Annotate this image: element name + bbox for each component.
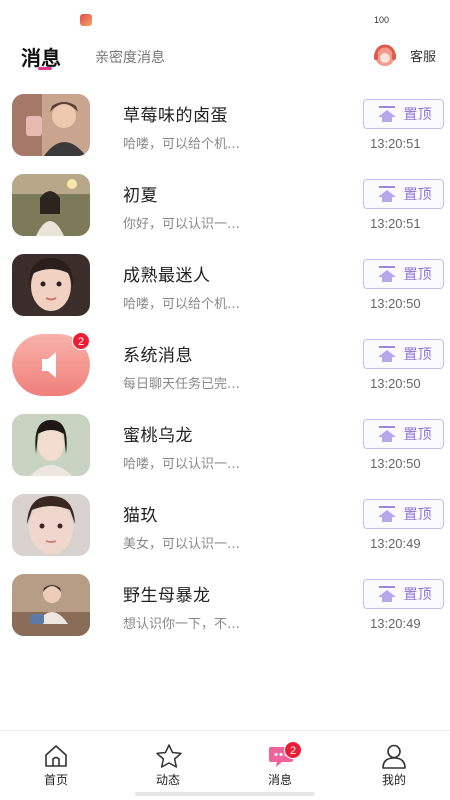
tab-feed-label: 动态: [155, 773, 180, 787]
conversation-row[interactable]: 猫玖 美女，可以认识一… 置顶 13:20:49: [0, 492, 450, 572]
tab-home[interactable]: 首页: [16, 731, 96, 800]
message-time: 13:20:50: [370, 456, 421, 471]
contact-name: 成熟最迷人: [123, 266, 211, 286]
status-bar: 100: [0, 0, 450, 34]
star-icon: [156, 744, 182, 768]
customer-service-button[interactable]: 客服: [372, 40, 436, 70]
active-tab-indicator: [38, 67, 52, 70]
avatar: [12, 574, 90, 636]
message-preview: 想认识你一下，不…: [123, 617, 241, 632]
pin-label: 置顶: [403, 107, 432, 123]
message-preview: 哈喽，可以认识一…: [123, 457, 241, 472]
avatar: [12, 254, 90, 316]
conversation-row[interactable]: 初夏 你好，可以认识一… 置顶 13:20:51: [0, 172, 450, 252]
app-notification-icon: [80, 14, 92, 26]
contact-name: 猫玖: [123, 506, 158, 526]
pin-button[interactable]: 置顶: [363, 99, 444, 129]
pin-top-icon: [377, 106, 396, 122]
tab-profile-label: 我的: [381, 773, 406, 787]
conversation-row[interactable]: 蜜桃乌龙 哈喽，可以认识一… 置顶 13:20:50: [0, 412, 450, 492]
tab-profile[interactable]: 我的: [354, 731, 434, 800]
conversation-row[interactable]: 草莓味的卤蛋 哈喽，可以给个机… 置顶 13:20:51: [0, 92, 450, 172]
person-icon: [382, 744, 406, 769]
pin-top-icon: [377, 346, 396, 362]
message-preview: 每日聊天任务已完…: [123, 377, 241, 392]
pin-button[interactable]: 置顶: [363, 419, 444, 449]
conversation-row[interactable]: 成熟最迷人 哈喽，可以给个机… 置顶 13:20:50: [0, 252, 450, 332]
header: 消息 亲密度消息 客服: [0, 34, 450, 78]
pin-top-icon: [377, 186, 396, 202]
tab-feed[interactable]: 动态: [128, 731, 208, 800]
tab-intimacy-messages[interactable]: 亲密度消息: [95, 47, 165, 67]
contact-name: 蜜桃乌龙: [123, 426, 193, 446]
message-preview: 美女，可以认识一…: [123, 537, 241, 552]
pin-label: 置顶: [403, 267, 432, 283]
pin-button[interactable]: 置顶: [363, 499, 444, 529]
conversation-list: 草莓味的卤蛋 哈喽，可以给个机… 置顶 13:20:51 初夏 你好，可以认识一…: [0, 92, 450, 652]
pin-label: 置顶: [403, 427, 432, 443]
message-time: 13:20:49: [370, 616, 421, 631]
avatar: [12, 494, 90, 556]
message-time: 13:20:51: [370, 136, 421, 151]
avatar: [12, 94, 90, 156]
conversation-row[interactable]: 2 系统消息 每日聊天任务已完… 置顶 13:20:50: [0, 332, 450, 412]
pin-button[interactable]: 置顶: [363, 259, 444, 289]
contact-name: 草莓味的卤蛋: [123, 106, 228, 126]
customer-service-label: 客服: [409, 49, 436, 65]
pin-button[interactable]: 置顶: [363, 579, 444, 609]
home-icon: [45, 745, 67, 767]
pin-label: 置顶: [403, 187, 432, 203]
customer-service-icon: [373, 44, 396, 66]
message-time: 13:20:50: [370, 296, 421, 311]
pin-top-icon: [377, 506, 396, 522]
pin-label: 置顶: [403, 587, 432, 603]
battery-level: 100: [374, 15, 390, 25]
message-time: 13:20:51: [370, 216, 421, 231]
contact-name: 系统消息: [123, 346, 193, 366]
home-indicator: [135, 792, 315, 796]
pin-button[interactable]: 置顶: [363, 179, 444, 209]
pin-top-icon: [377, 586, 396, 602]
unread-badge: 2: [72, 332, 90, 350]
avatar: [12, 414, 90, 476]
message-preview: 哈喽，可以给个机…: [123, 297, 241, 312]
bottom-tab-bar: 首页 动态 2 消息 我的: [0, 730, 450, 800]
message-preview: 哈喽，可以给个机…: [123, 137, 241, 152]
contact-name: 野生母暴龙: [123, 586, 211, 606]
pin-top-icon: [377, 266, 396, 282]
message-time: 13:20:50: [370, 376, 421, 391]
message-time: 13:20:49: [370, 536, 421, 551]
tab-messages-nav[interactable]: 2 消息: [240, 731, 320, 800]
tab-home-label: 首页: [43, 773, 68, 787]
tab-messages-label: 消息: [267, 773, 292, 787]
avatar: [12, 174, 90, 236]
contact-name: 初夏: [123, 186, 158, 206]
pin-button[interactable]: 置顶: [363, 339, 444, 369]
tab-unread-badge: 2: [284, 741, 302, 759]
conversation-row[interactable]: 野生母暴龙 想认识你一下，不… 置顶 13:20:49: [0, 572, 450, 652]
pin-label: 置顶: [403, 507, 432, 523]
pin-label: 置顶: [403, 347, 432, 363]
message-preview: 你好，可以认识一…: [123, 217, 241, 232]
pin-top-icon: [377, 426, 396, 442]
